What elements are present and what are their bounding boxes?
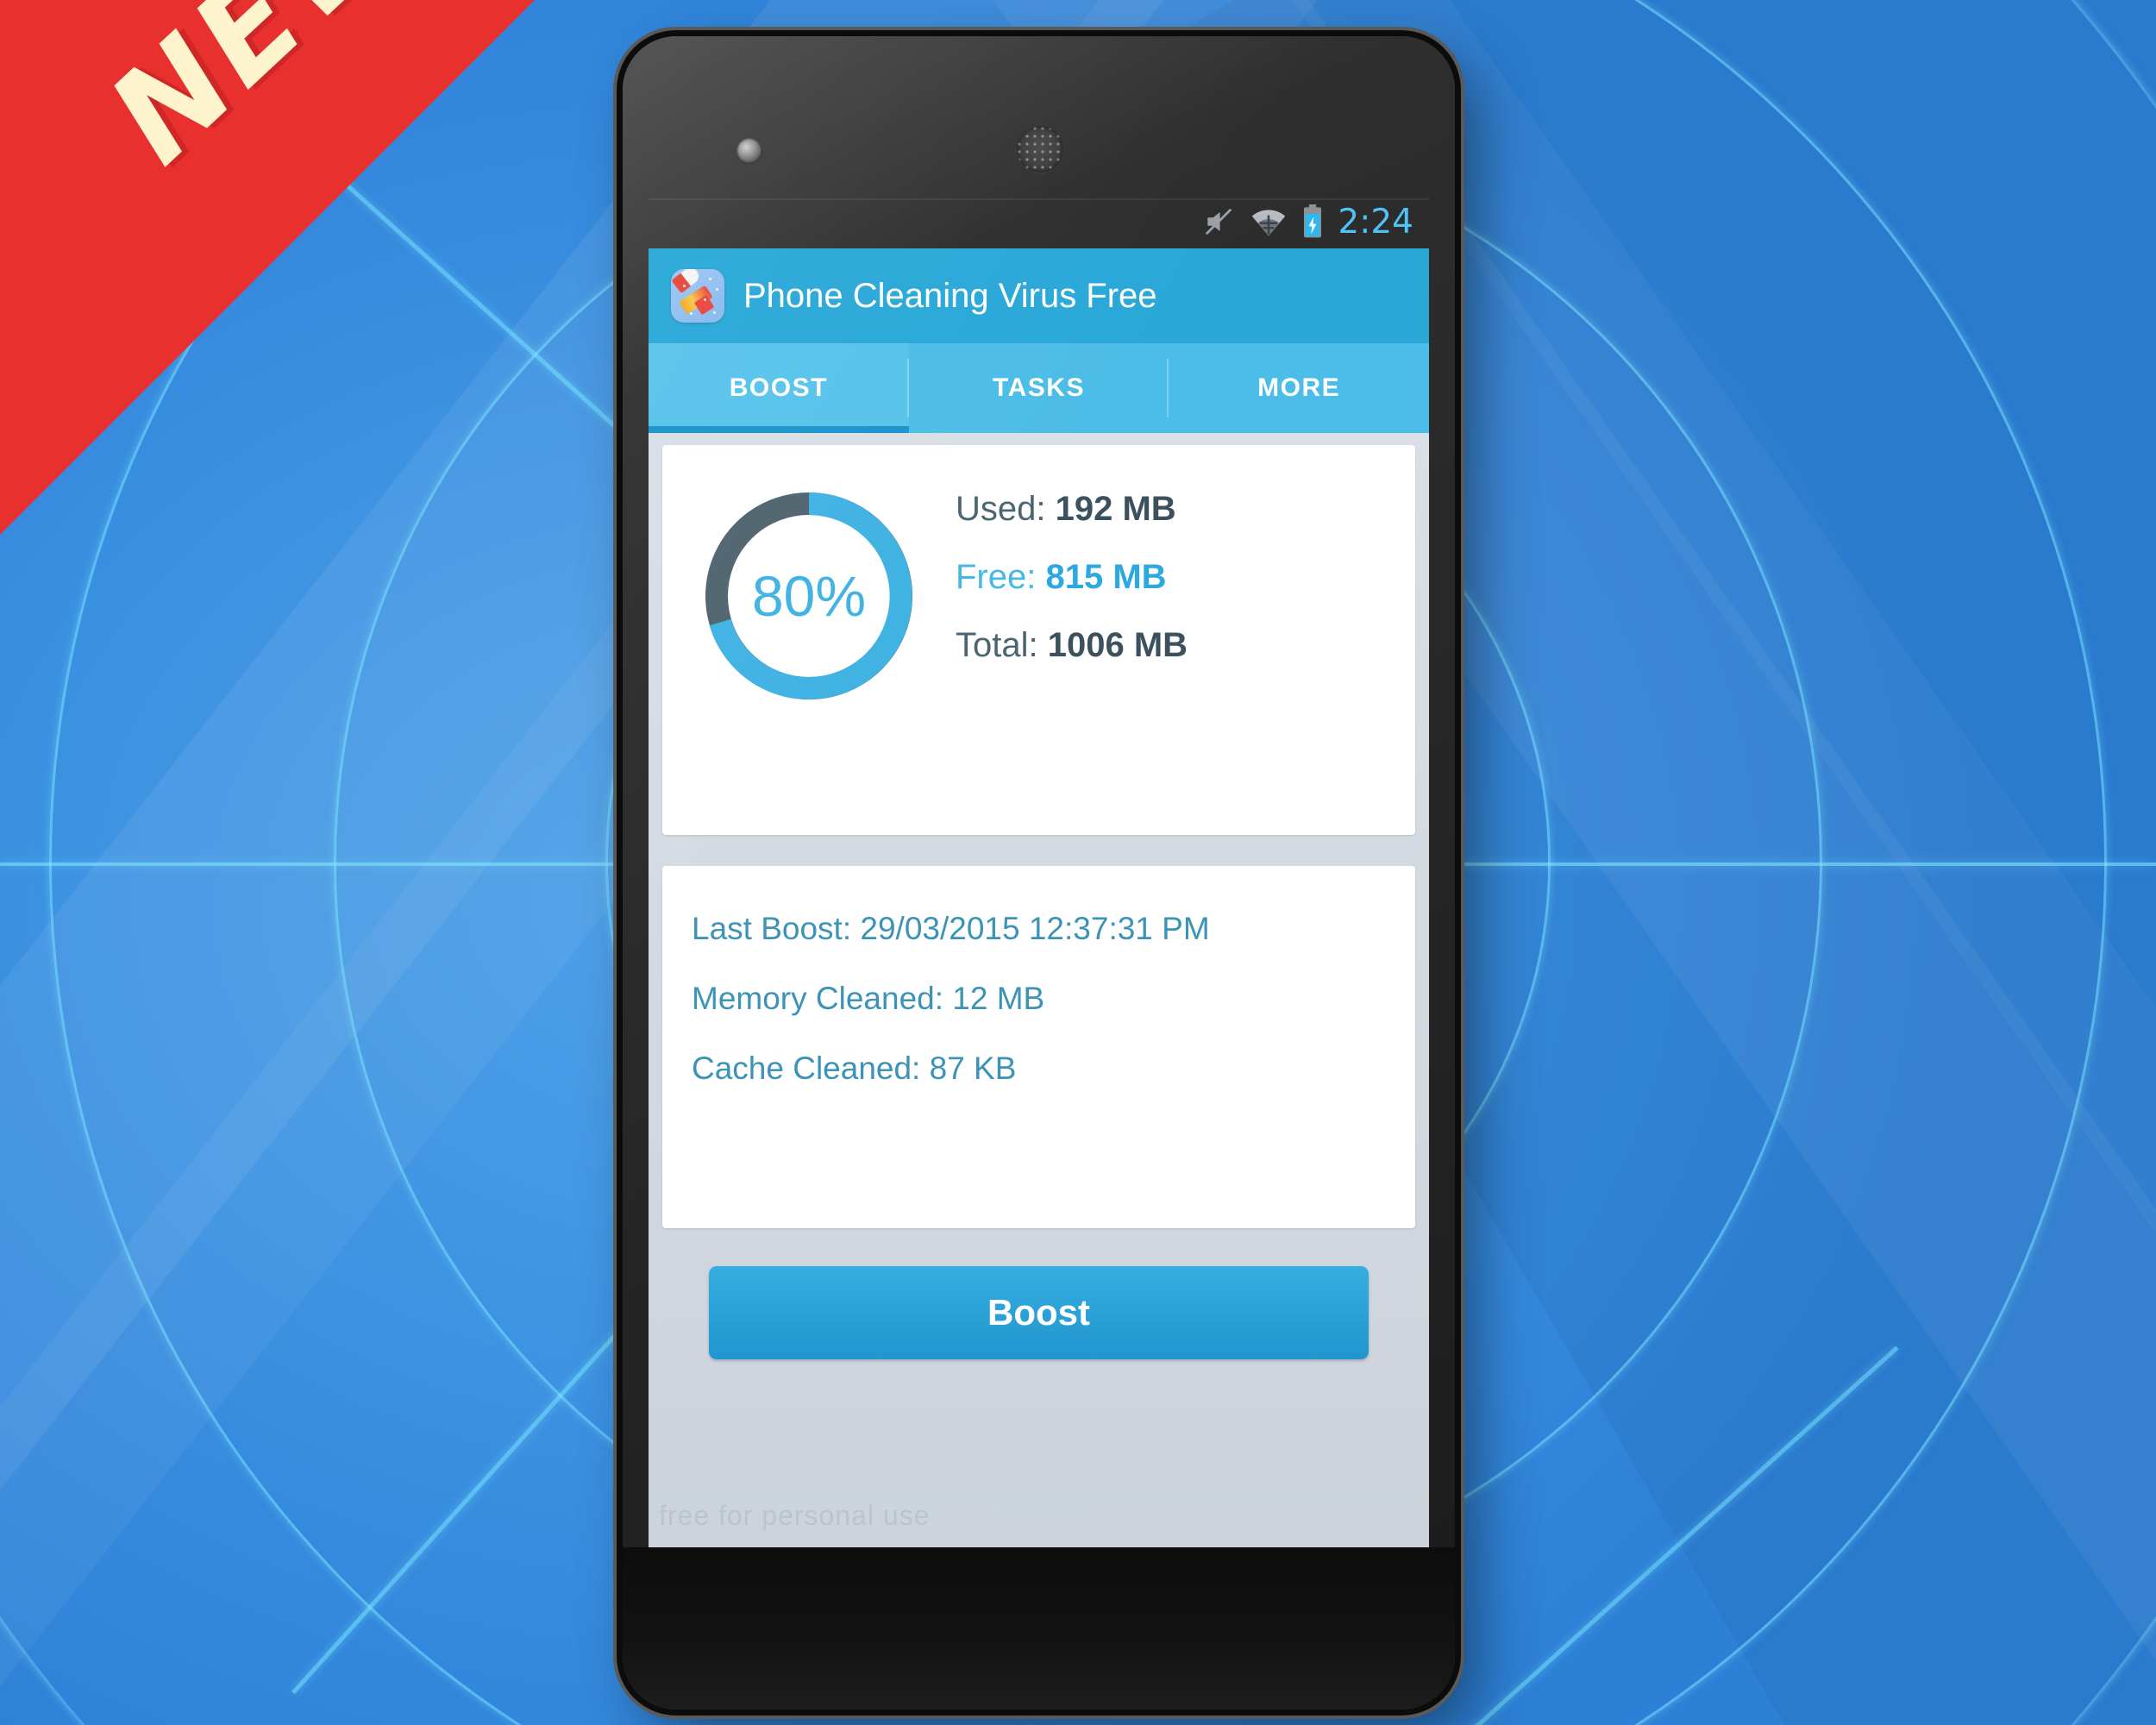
memory-total-label: Total: [956, 626, 1038, 664]
cache-cleaned-row: Cache Cleaned: 87 KB [692, 1051, 1017, 1086]
tab-boost-label: BOOST [729, 373, 828, 402]
memory-free-value: 815 MB [1045, 558, 1167, 596]
watermark-text: free for personal use [659, 1500, 931, 1531]
battery-charging-icon [1304, 204, 1322, 238]
phone-device-frame: 2:24 Phone Cleaning Virus Free BOOST TAS… [623, 36, 1455, 1709]
app-logo-broom-icon [671, 269, 724, 323]
memory-gauge-percent: 80% [751, 564, 867, 628]
memory-row-total: Total: 1006 MB [956, 626, 1415, 665]
status-bar-clock: 2:24 [1338, 202, 1413, 242]
tab-tasks[interactable]: TASKS [909, 343, 1169, 433]
wifi-icon [1252, 210, 1286, 236]
app-title: Phone Cleaning Virus Free [743, 276, 1157, 315]
memory-free-label: Free: [956, 558, 1037, 596]
tab-active-indicator [649, 426, 909, 433]
tab-more-label: MORE [1257, 373, 1341, 402]
phone-bottom-bezel [623, 1547, 1455, 1709]
tab-more[interactable]: MORE [1169, 343, 1429, 433]
memory-used-label: Used: [956, 490, 1046, 528]
status-bar: 2:24 [649, 198, 1429, 243]
memory-gauge: 80% [696, 483, 922, 709]
app-content: 80% Used: 192 MB Free: 815 MB Total: 100… [649, 433, 1429, 1547]
memory-total-value: 1006 MB [1047, 626, 1188, 664]
memory-cleaned-row: Memory Cleaned: 12 MB [692, 981, 1045, 1016]
earpiece-speaker-icon [1017, 126, 1063, 172]
tab-boost[interactable]: BOOST [649, 343, 909, 433]
mute-icon [1206, 208, 1232, 235]
memory-row-free: Free: 815 MB [956, 558, 1415, 597]
memory-used-value: 192 MB [1055, 490, 1176, 528]
tab-bar: BOOST TASKS MORE [649, 343, 1429, 433]
tab-tasks-label: TASKS [993, 373, 1085, 402]
phone-screen: Phone Cleaning Virus Free BOOST TASKS MO… [649, 248, 1429, 1547]
memory-gauge-container: 80% [662, 478, 956, 709]
app-bar: Phone Cleaning Virus Free [649, 248, 1429, 343]
boost-button[interactable]: Boost [709, 1266, 1369, 1359]
memory-usage-card: 80% Used: 192 MB Free: 815 MB Total: 100… [662, 445, 1415, 835]
last-boost-row: Last Boost: 29/03/2015 12:37:31 PM [692, 911, 1210, 946]
memory-stats-list: Used: 192 MB Free: 815 MB Total: 1006 MB [956, 478, 1415, 665]
front-camera-icon [736, 138, 762, 164]
last-boost-info-card: Last Boost: 29/03/2015 12:37:31 PM Memor… [662, 866, 1415, 1228]
memory-row-used: Used: 192 MB [956, 490, 1415, 529]
